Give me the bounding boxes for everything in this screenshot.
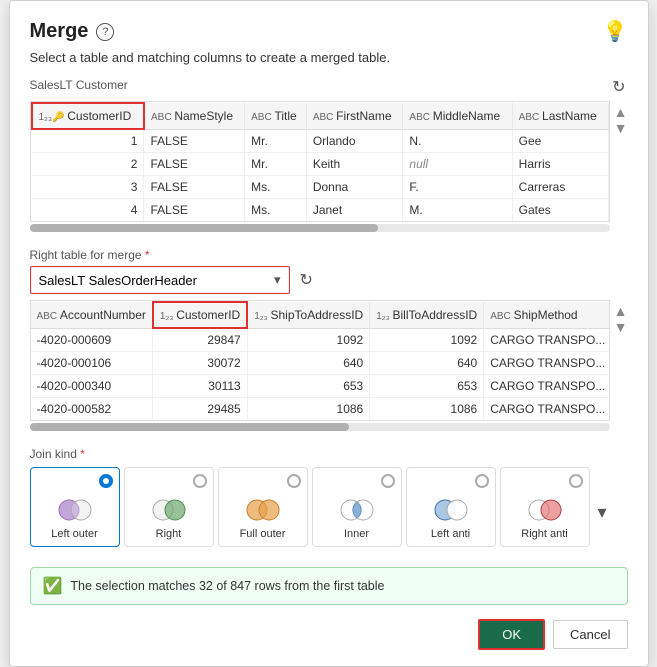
success-text: The selection matches 32 of 847 rows fro… <box>70 579 384 593</box>
bottom-table-wrapper: ABC AccountNumber 1₂₃ CustomerID 1₂₃ Shi… <box>30 300 610 421</box>
radio-left-outer <box>99 474 113 488</box>
top-col-middlename[interactable]: ABC MiddleName <box>403 103 512 129</box>
join-kinds-container: Left outer Right <box>30 467 590 547</box>
help-icon[interactable]: ? <box>96 23 114 41</box>
dropdown-row: SalesLT SalesOrderHeader ▾ ↻ <box>30 266 628 294</box>
top-col-namestyle[interactable]: ABC NameStyle <box>144 103 245 129</box>
table-row: 3 FALSE Ms. Donna F. Carreras <box>32 176 609 199</box>
required-star: * <box>145 248 150 262</box>
right-table-label: Right table for merge * <box>30 248 628 262</box>
merge-dialog: Merge ? 💡 Select a table and matching co… <box>9 0 649 667</box>
cancel-button[interactable]: Cancel <box>553 620 627 649</box>
ok-button[interactable]: OK <box>478 619 545 650</box>
table-row: -4020-000609 29847 1092 1092 CARGO TRANS… <box>31 328 610 352</box>
bulb-icon[interactable]: 💡 <box>603 19 628 44</box>
venn-full-outer <box>244 498 282 522</box>
top-table: 1₂₃🔑 CustomerID ABC NameStyle ABC Title … <box>31 102 609 221</box>
join-card-left-outer-label: Left outer <box>51 528 97 540</box>
bottom-table-scrollbar[interactable] <box>30 423 610 431</box>
radio-full-outer <box>287 474 301 488</box>
join-card-right-label: Right <box>156 528 182 540</box>
join-card-inner-label: Inner <box>344 528 369 540</box>
table-row: -4020-000582 29485 1086 1086 CARGO TRANS… <box>31 398 610 421</box>
bot-col-accountnumber[interactable]: ABC AccountNumber <box>31 302 153 328</box>
join-card-full-outer-label: Full outer <box>240 528 286 540</box>
top-table-refresh-btn[interactable]: ↻ <box>610 75 627 99</box>
top-table-header-row: SalesLT Customer ↻ <box>30 75 628 99</box>
radio-inner <box>381 474 395 488</box>
bottom-table-scroll-v: ▲ ▼ <box>614 300 628 334</box>
right-table-selected: SalesLT SalesOrderHeader <box>39 273 198 288</box>
bot-col-shiptoaddressid[interactable]: 1₂₃ ShipToAddressID <box>247 302 370 328</box>
bot-scroll-up[interactable]: ▲ <box>614 304 628 318</box>
right-table-dropdown[interactable]: SalesLT SalesOrderHeader ▾ <box>30 266 290 294</box>
join-card-full-outer[interactable]: Full outer <box>218 467 308 547</box>
top-col-lastname[interactable]: ABC LastName <box>512 103 608 129</box>
radio-left-anti <box>475 474 489 488</box>
bot-col-shipmethod[interactable]: ABC ShipMethod <box>484 302 610 328</box>
top-table-scroll-v: ▲ ▼ <box>614 101 628 135</box>
dialog-subtitle: Select a table and matching columns to c… <box>30 50 628 65</box>
top-table-container: 1₂₃🔑 CustomerID ABC NameStyle ABC Title … <box>30 101 610 238</box>
table-row: -4020-000340 30113 653 653 CARGO TRANSPO… <box>31 375 610 398</box>
table-row: -4020-000106 30072 640 640 CARGO TRANSPO… <box>31 352 610 375</box>
table-row: 4 FALSE Ms. Janet M. Gates <box>32 199 609 222</box>
join-card-left-anti-label: Left anti <box>431 528 470 540</box>
top-table-wrapper: 1₂₃🔑 CustomerID ABC NameStyle ABC Title … <box>30 101 610 222</box>
bot-col-customerid[interactable]: 1₂₃ CustomerID <box>153 302 247 328</box>
success-icon: ✅ <box>43 576 63 596</box>
join-card-right[interactable]: Right <box>124 467 214 547</box>
chevron-down-icon: ▾ <box>274 272 281 288</box>
bottom-table-refresh-btn[interactable]: ↻ <box>298 268 315 292</box>
dialog-title: Merge <box>30 20 89 43</box>
top-col-firstname[interactable]: ABC FirstName <box>306 103 403 129</box>
radio-right <box>193 474 207 488</box>
radio-right-anti <box>569 474 583 488</box>
footer-row: OK Cancel <box>30 619 628 650</box>
top-scroll-up[interactable]: ▲ <box>614 105 628 119</box>
top-table-name: SalesLT Customer <box>30 78 128 92</box>
top-table-scrollbar[interactable] <box>30 224 610 232</box>
venn-right-anti <box>526 498 564 522</box>
join-scroll-right[interactable]: ▾ <box>594 502 611 523</box>
bot-scroll-down[interactable]: ▼ <box>614 320 628 334</box>
top-scroll-down[interactable]: ▼ <box>614 121 628 135</box>
join-card-right-anti-label: Right anti <box>521 528 567 540</box>
join-kind-label: Join kind * <box>30 447 628 461</box>
title-area: Merge ? <box>30 20 115 43</box>
table-row: 1 FALSE Mr. Orlando N. Gee <box>32 129 609 153</box>
join-card-right-anti[interactable]: Right anti <box>500 467 590 547</box>
join-card-left-anti[interactable]: Left anti <box>406 467 496 547</box>
table-row: 2 FALSE Mr. Keith null Harris <box>32 153 609 176</box>
dialog-header: Merge ? 💡 <box>30 19 628 44</box>
venn-right <box>150 498 188 522</box>
top-col-customerid[interactable]: 1₂₃🔑 CustomerID <box>32 103 144 129</box>
bottom-table-container: ABC AccountNumber 1₂₃ CustomerID 1₂₃ Shi… <box>30 300 610 437</box>
venn-left-outer <box>56 498 94 522</box>
venn-left-anti <box>432 498 470 522</box>
join-card-inner[interactable]: Inner <box>312 467 402 547</box>
join-card-left-outer[interactable]: Left outer <box>30 467 120 547</box>
venn-inner <box>338 498 376 522</box>
bottom-table: ABC AccountNumber 1₂₃ CustomerID 1₂₃ Shi… <box>31 301 610 420</box>
top-col-title[interactable]: ABC Title <box>245 103 307 129</box>
bot-col-billtoaddressid[interactable]: 1₂₃ BillToAddressID <box>370 302 484 328</box>
success-banner: ✅ The selection matches 32 of 847 rows f… <box>30 567 628 605</box>
